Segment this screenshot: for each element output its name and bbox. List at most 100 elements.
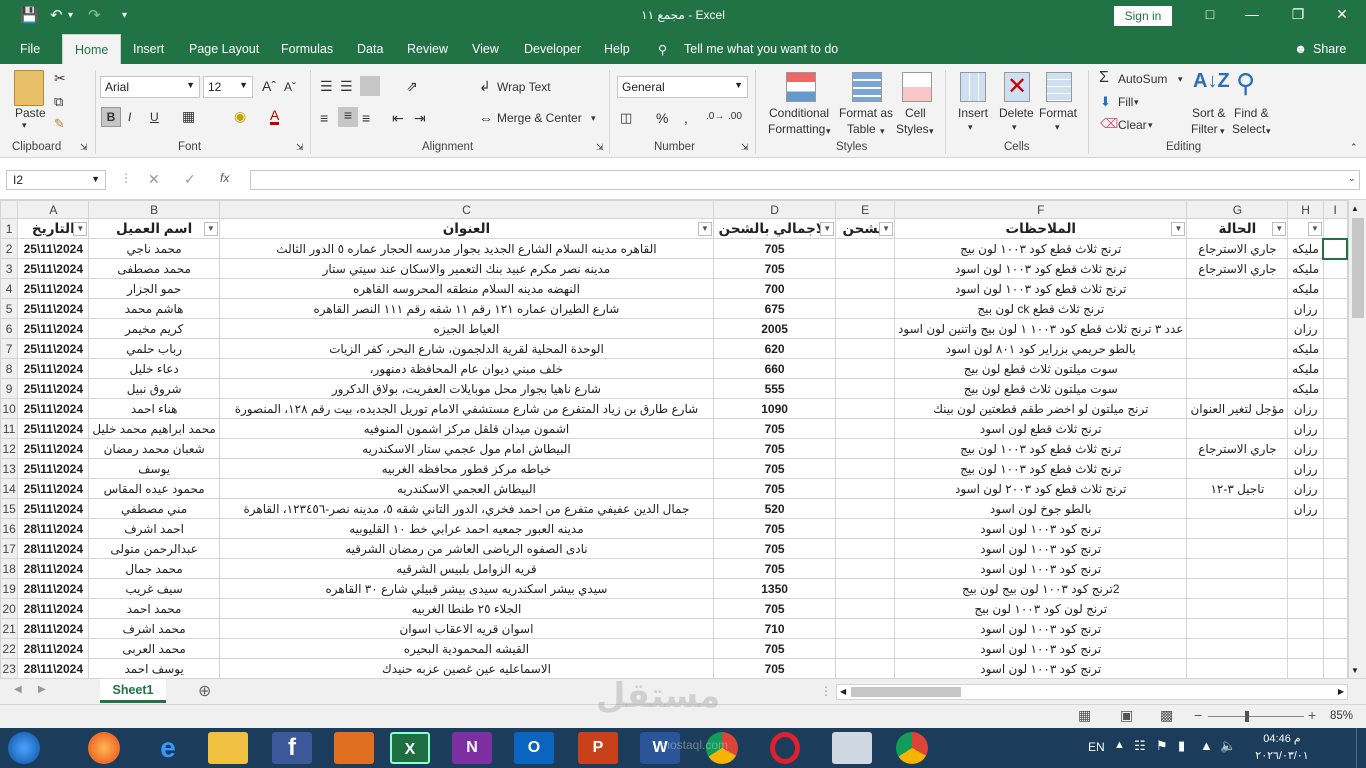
autosum-button[interactable]: AutoSum (1118, 72, 1167, 86)
cell-e[interactable] (835, 418, 896, 439)
row-header[interactable]: 21 (0, 618, 19, 639)
decrease-font-icon[interactable]: Aˇ (284, 80, 296, 94)
comma-icon[interactable]: , (684, 110, 688, 126)
table-header-cell[interactable]: العنوان ▼ (218, 218, 715, 239)
align-right-icon[interactable]: ≡ (362, 110, 370, 126)
cell-h[interactable] (1287, 538, 1324, 559)
cell-f[interactable]: سوت ميلتون ثلاث قطع لون بيج (894, 378, 1188, 399)
column-header[interactable]: E (835, 200, 896, 219)
cell-c[interactable]: خلف مبني ديوان عام المحافظة دمنهور، (218, 358, 715, 379)
cell-d[interactable]: 705 (712, 658, 837, 678)
number-format-box[interactable]: General ▼ (617, 76, 748, 98)
cell-g[interactable] (1186, 318, 1289, 339)
tab-help[interactable]: Help (604, 42, 630, 56)
cell-f[interactable]: ترنج كود ١٠٠٣ لون اسود (894, 558, 1188, 579)
filter-dropdown-icon[interactable]: ▼ (1171, 222, 1186, 236)
cell-c[interactable]: النهضه مدينه السلام منطقه المحروسه القاه… (218, 278, 715, 299)
cell-h[interactable] (1287, 578, 1324, 599)
cell-a[interactable]: 25\11\2024 (17, 258, 90, 279)
row-header[interactable]: 11 (0, 418, 19, 439)
percent-icon[interactable]: % (656, 110, 668, 126)
row-header[interactable]: 1 (0, 218, 19, 239)
cell-c[interactable]: اسوان قريه الاعقاب اسوان (218, 618, 715, 639)
cell-d[interactable]: 705 (712, 598, 837, 619)
filter-dropdown-icon[interactable]: ▼ (1272, 222, 1287, 236)
table-header-cell[interactable]: الشحن ▼ (835, 218, 896, 239)
cell-d[interactable]: 705 (712, 558, 837, 579)
cancel-entry-icon[interactable]: ✕ (148, 171, 160, 188)
align-center-icon[interactable]: ≡ (338, 107, 358, 127)
zoom-out-icon[interactable]: − (1194, 707, 1202, 723)
cell-a[interactable]: 25\11\2024 (17, 238, 90, 259)
cell[interactable] (1322, 298, 1348, 319)
cell-a[interactable]: 28\11\2024 (17, 518, 90, 539)
zoom-level[interactable]: 85% (1330, 710, 1353, 722)
cell-f[interactable]: ترنج ثلاث قطع ck لون بيج (894, 298, 1188, 319)
media-player-icon[interactable] (334, 732, 374, 764)
cell-h[interactable] (1287, 658, 1324, 678)
cell-f[interactable]: ترنج كود ١٠٠٣ لون اسود (894, 658, 1188, 678)
cell-f[interactable]: ترنج لون كود ١٠٠٣ لون بيج (894, 598, 1188, 619)
cell-e[interactable] (835, 398, 896, 419)
excel-taskbar-icon[interactable]: X (390, 732, 430, 764)
cell-b[interactable]: محمد ابراهيم محمد خليل (88, 418, 220, 439)
tab-view[interactable]: View (472, 42, 499, 56)
cell-c[interactable]: جمال الدين عفيفي متفرع من احمد فخري، الد… (218, 498, 715, 519)
cell-c[interactable]: الجلاء ٢٥ طنطا الغربيه (218, 598, 715, 619)
cell-h[interactable]: مليكه (1287, 278, 1324, 299)
cell[interactable] (1322, 658, 1348, 678)
signal-icon[interactable]: ▲ (1200, 738, 1213, 753)
cell-c[interactable]: شارع طارق بن زياد المتفرع من شارع مستشفي… (218, 398, 715, 419)
cell[interactable] (1322, 518, 1348, 539)
row-header[interactable]: 14 (0, 478, 19, 499)
font-color-icon[interactable]: A (270, 108, 280, 125)
merge-center-button[interactable]: Merge & Center (497, 111, 582, 125)
table-header-cell[interactable]: الحالة ▼ (1186, 218, 1289, 239)
merge-dropdown-icon[interactable]: ▾ (591, 113, 596, 124)
cell[interactable] (1322, 258, 1348, 279)
cell-a[interactable]: 28\11\2024 (17, 598, 90, 619)
cell-f[interactable]: ترنج ثلاث قطع كود ١٠٠٣ لون اسود (894, 278, 1188, 299)
find-select-button[interactable]: Find & (1234, 106, 1269, 120)
cell-e[interactable] (835, 458, 896, 479)
cell-f[interactable]: ترنج ثلاث قطع كود ١٠٠٣ لون بيج (894, 238, 1188, 259)
cell[interactable] (1322, 598, 1348, 619)
cell-b[interactable]: محمد اشرف (88, 618, 220, 639)
cell-h[interactable]: مليكه (1287, 358, 1324, 379)
row-header[interactable]: 3 (0, 258, 19, 279)
explorer-icon[interactable] (208, 732, 248, 764)
row-header[interactable]: 4 (0, 278, 19, 299)
cell-d[interactable]: 705 (712, 258, 837, 279)
cell[interactable] (1322, 538, 1348, 559)
row-header[interactable]: 2 (0, 238, 19, 259)
cell-f[interactable]: ترنج ثلاث قطع كود ٢٠٠٣ لون اسود (894, 478, 1188, 499)
scroll-left-icon[interactable]: ◀ (840, 687, 846, 696)
cell-e[interactable] (835, 378, 896, 399)
fill-button[interactable]: Fill (1118, 95, 1133, 109)
show-desktop-button[interactable] (1356, 728, 1366, 768)
cell-h[interactable]: مليكه (1287, 238, 1324, 259)
vertical-scrollbar[interactable]: ▲ ▼ (1348, 200, 1366, 678)
cell-c[interactable]: شارع الطيران عماره ١٢١ رقم ١١ شقه رقم ١١… (218, 298, 715, 319)
delete-cells-button[interactable]: Delete (999, 106, 1034, 120)
formula-input[interactable] (250, 170, 1360, 190)
table-header-cell[interactable]: اسم العميل ▼ (88, 218, 220, 239)
scroll-down-icon[interactable]: ▼ (1351, 666, 1359, 675)
fill-color-icon[interactable]: ◉ (234, 108, 246, 125)
cell-g[interactable] (1186, 458, 1289, 479)
cell-b[interactable]: محمد احمد (88, 598, 220, 619)
table-header-cell[interactable]: الاجمالي بالشحن ▼ (712, 218, 837, 239)
column-header[interactable]: D (712, 200, 837, 219)
zoom-in-icon[interactable]: + (1308, 707, 1316, 723)
cell-f[interactable]: ترنج ميلتون لو اخضر طقم قطعتين لون بينك (894, 398, 1188, 419)
cell[interactable] (1322, 618, 1348, 639)
cell-d[interactable]: 705 (712, 458, 837, 479)
tab-split-grip-icon[interactable]: ⋮ (820, 684, 832, 698)
table-header-cell[interactable]: ▼ (1287, 218, 1324, 239)
add-sheet-icon[interactable]: ⊕ (198, 681, 211, 701)
alignment-launcher-icon[interactable]: ⇲ (596, 142, 604, 153)
cell-c[interactable]: الوحدة المحلية لقرية الدلجمون، شارع البح… (218, 338, 715, 359)
cell-h[interactable]: مليكه (1287, 258, 1324, 279)
cell-a[interactable]: 28\11\2024 (17, 618, 90, 639)
cell-b[interactable]: سيف غريب (88, 578, 220, 599)
